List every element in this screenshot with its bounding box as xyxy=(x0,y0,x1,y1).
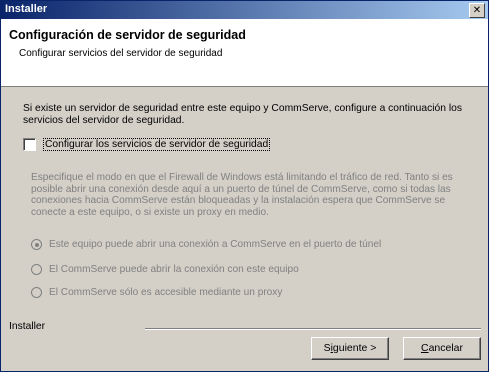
radio-label: El CommServe puede abrir la conexión con… xyxy=(49,263,299,275)
radio-button[interactable] xyxy=(31,263,42,275)
configure-firewall-option[interactable]: Configurar los servicios de servidor de … xyxy=(23,137,271,151)
radio-label: Este equipo puede abrir una conexión a C… xyxy=(49,238,382,250)
intro-text: Si existe un servidor de seguridad entre… xyxy=(23,103,463,126)
configure-firewall-checkbox[interactable] xyxy=(23,137,36,151)
footer-divider xyxy=(145,328,481,330)
radio-label: El CommServe sólo es accesible mediante … xyxy=(49,286,283,298)
next-label-pre: S xyxy=(323,342,331,354)
wizard-header: Configuración de servidor de seguridad C… xyxy=(1,19,488,87)
cancel-label-post: ancelar xyxy=(428,342,464,354)
footer-label: Installer xyxy=(9,321,46,332)
page-subtitle: Configurar servicios del servidor de seg… xyxy=(19,48,223,59)
configure-firewall-label[interactable]: Configurar los servicios de servidor de … xyxy=(43,137,271,151)
cancel-accel: C xyxy=(420,342,429,354)
radio-option-commserve-connects[interactable]: El CommServe puede abrir la conexión con… xyxy=(31,262,299,276)
title-bar[interactable]: Installer ✕ xyxy=(1,1,488,19)
radio-option-tunnel-port[interactable]: Este equipo puede abrir una conexión a C… xyxy=(31,237,381,251)
close-icon[interactable]: ✕ xyxy=(469,3,485,18)
wizard-body: Si existe un servidor de seguridad entre… xyxy=(1,87,488,371)
cancel-button[interactable]: Cancelar xyxy=(403,337,481,360)
firewall-description: Especifique el modo en que el Firewall d… xyxy=(31,172,453,218)
next-label-post: guiente > xyxy=(332,342,377,354)
next-button[interactable]: Siguiente > xyxy=(311,337,389,360)
window-title: Installer xyxy=(5,3,48,15)
radio-option-proxy[interactable]: El CommServe sólo es accesible mediante … xyxy=(31,285,282,299)
radio-button[interactable] xyxy=(31,238,42,250)
installer-window: Installer ✕ Configuración de servidor de… xyxy=(0,0,489,372)
page-title: Configuración de servidor de seguridad xyxy=(9,28,246,42)
radio-button[interactable] xyxy=(31,286,42,298)
